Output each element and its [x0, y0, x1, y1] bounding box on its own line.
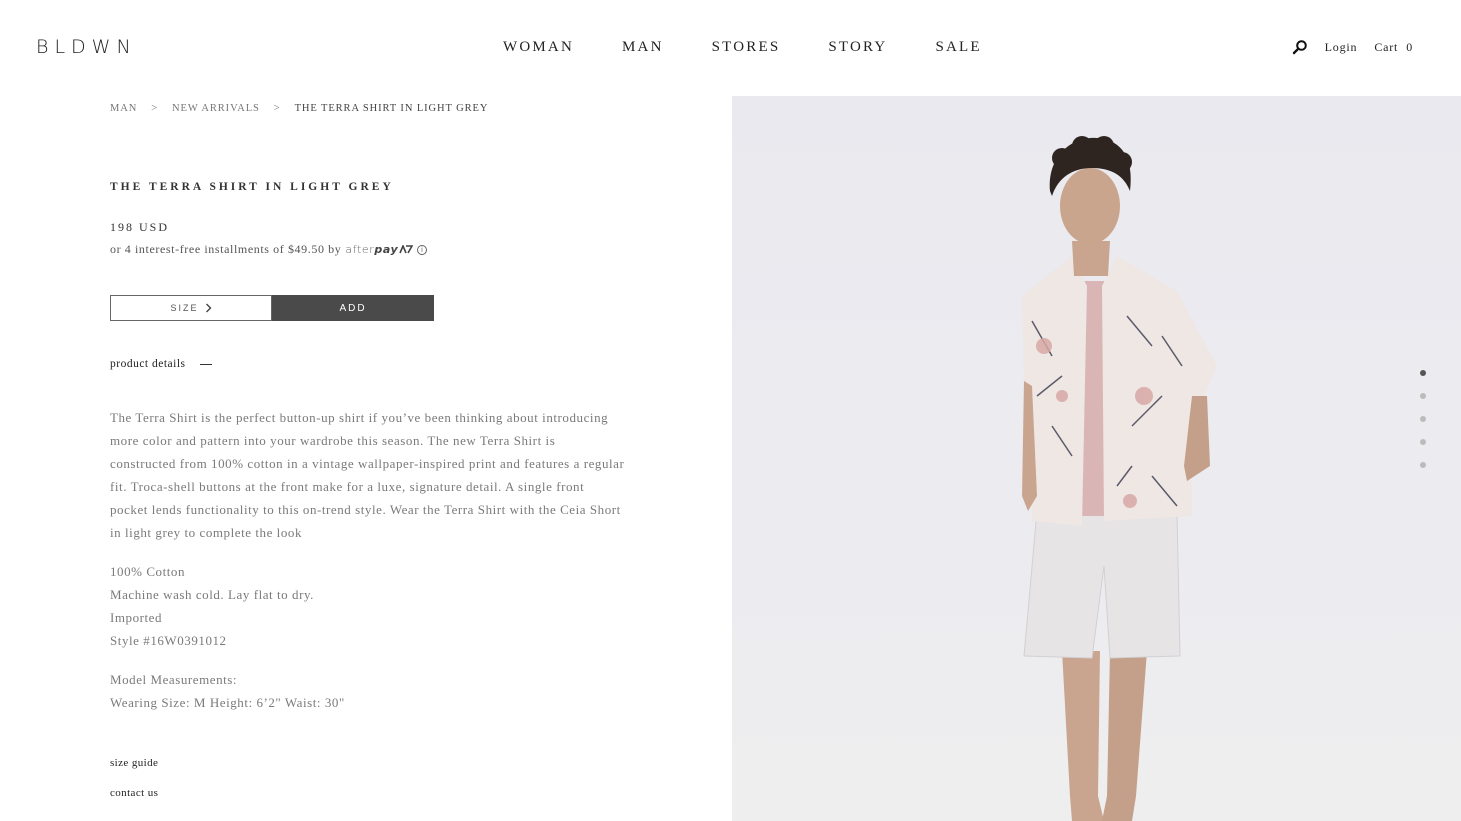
afterpay-logo: afterpay — [345, 243, 414, 256]
size-guide-link[interactable]: size guide — [110, 757, 158, 769]
add-to-cart-button[interactable]: ADD — [272, 295, 434, 321]
product-details-label: product details — [110, 358, 186, 370]
product-specs: 100% Cotton Machine wash cold. Lay flat … — [110, 560, 314, 652]
installments-info: or 4 interest-free installments of $49.5… — [110, 242, 428, 257]
measurement-line: Wearing Size: M Height: 6’2" Waist: 30" — [110, 695, 345, 710]
product-details-toggle[interactable]: product details — [110, 358, 212, 370]
model-photo — [1022, 136, 1217, 821]
search-icon[interactable] — [1292, 39, 1308, 55]
main-nav: WOMAN MAN STORES STORY SALE — [503, 39, 982, 56]
size-label: SIZE — [170, 303, 199, 313]
gallery-dot[interactable] — [1420, 370, 1426, 376]
breadcrumb-current: THE TERRA SHIRT IN LIGHT GREY — [294, 103, 489, 114]
chevron-right-icon — [205, 303, 211, 313]
cart-link[interactable]: Cart 0 — [1374, 40, 1413, 55]
product-image[interactable] — [732, 96, 1461, 821]
product-price: 198 USD — [110, 220, 170, 234]
gallery-dot[interactable] — [1420, 393, 1426, 399]
model-measurements: Model Measurements: Wearing Size: M Heig… — [110, 668, 345, 714]
spec-line: Machine wash cold. Lay flat to dry. — [110, 587, 314, 602]
spec-line: Style #16W0391012 — [110, 633, 227, 648]
utility-nav: Login Cart 0 — [1292, 39, 1413, 55]
nav-item-sale[interactable]: SALE — [935, 39, 981, 56]
cart-count: 0 — [1406, 39, 1413, 54]
nav-item-stores[interactable]: STORES — [712, 39, 781, 56]
nav-item-story[interactable]: STORY — [828, 39, 887, 56]
brand-logo[interactable]: BLDWN — [36, 36, 137, 58]
breadcrumb-man[interactable]: MAN — [110, 103, 137, 114]
spec-line: 100% Cotton — [110, 564, 186, 579]
breadcrumb-separator: > — [273, 103, 281, 114]
spec-line: Imported — [110, 610, 163, 625]
nav-item-woman[interactable]: WOMAN — [503, 39, 574, 56]
breadcrumb-separator: > — [151, 103, 159, 114]
info-icon[interactable]: i — [417, 244, 428, 255]
login-link[interactable]: Login — [1325, 40, 1358, 55]
size-selector-button[interactable]: SIZE — [110, 295, 272, 321]
gallery-dot[interactable] — [1420, 462, 1426, 468]
gallery-dot[interactable] — [1420, 439, 1426, 445]
breadcrumb: MAN > NEW ARRIVALS > THE TERRA SHIRT IN … — [110, 103, 488, 114]
collapse-icon — [199, 363, 212, 365]
breadcrumb-new-arrivals[interactable]: NEW ARRIVALS — [172, 103, 260, 114]
cart-label: Cart — [1374, 39, 1399, 54]
gallery-pagination — [1420, 370, 1426, 468]
gallery-dot[interactable] — [1420, 416, 1426, 422]
nav-item-man[interactable]: MAN — [622, 39, 664, 56]
installments-text: or 4 interest-free installments of $49.5… — [110, 242, 342, 256]
contact-us-link[interactable]: contact us — [110, 787, 158, 799]
product-description: The Terra Shirt is the perfect button-up… — [110, 410, 625, 540]
product-title: THE TERRA SHIRT IN LIGHT GREY — [110, 181, 394, 193]
measurement-line: Model Measurements: — [110, 672, 238, 687]
